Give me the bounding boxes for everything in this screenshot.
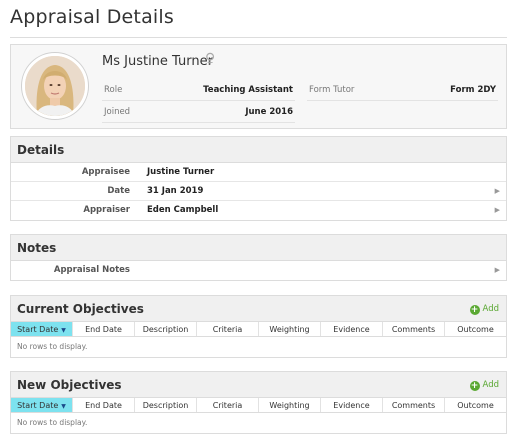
appraisal-notes-label: Appraisal Notes <box>53 265 130 275</box>
profile-row-role: Role Teaching Assistant <box>102 79 295 101</box>
column-header-description[interactable]: Description <box>135 322 197 336</box>
column-header-criteria[interactable]: Criteria <box>197 398 259 412</box>
current-objectives-grid-header: Start Date ▼ End Date Description Criteri… <box>11 322 506 337</box>
joined-label: Joined <box>104 107 131 117</box>
column-header-outcome[interactable]: Outcome <box>445 398 506 412</box>
profile-row-form-tutor: Form Tutor Form 2DY <box>307 79 498 101</box>
date-label: Date <box>107 186 130 196</box>
column-label: Start Date <box>17 401 59 410</box>
plus-circle-icon: + <box>469 305 480 315</box>
chevron-right-icon[interactable]: ▶ <box>495 201 500 220</box>
column-header-comments[interactable]: Comments <box>383 398 445 412</box>
plus-circle-icon: + <box>469 381 480 391</box>
column-label: Start Date <box>17 325 59 334</box>
person-name: Ms Justine Turner <box>102 54 213 69</box>
column-header-weighting[interactable]: Weighting <box>259 398 321 412</box>
notes-row-appraisal-notes[interactable]: Appraisal Notes ▶ <box>11 261 506 280</box>
chevron-right-icon[interactable]: ▶ <box>495 182 500 201</box>
column-header-end-date[interactable]: End Date <box>73 398 135 412</box>
joined-value: June 2016 <box>245 107 293 117</box>
form-tutor-value: Form 2DY <box>450 85 496 95</box>
new-objectives-grid-header: Start Date ▼ End Date Description Criteri… <box>11 398 506 413</box>
column-header-weighting[interactable]: Weighting <box>259 322 321 336</box>
appraisee-value: Justine Turner <box>147 167 215 177</box>
role-value: Teaching Assistant <box>203 85 293 95</box>
chevron-right-icon[interactable]: ▶ <box>495 261 500 280</box>
form-tutor-label: Form Tutor <box>309 85 355 95</box>
appraiser-label: Appraiser <box>83 205 130 215</box>
empty-message: No rows to display. <box>17 418 88 427</box>
add-new-objective-button[interactable]: + Add <box>469 372 499 398</box>
profile-row-joined: Joined June 2016 <box>102 101 295 123</box>
avatar <box>22 53 88 119</box>
sort-down-icon: ▼ <box>61 327 66 334</box>
current-objectives-heading: Current Objectives + Add <box>11 296 506 322</box>
profile-card: Ms Justine Turner ♀ Role Teaching Assist… <box>10 44 507 129</box>
sort-down-icon: ▼ <box>61 403 66 410</box>
column-header-start-date[interactable]: Start Date ▼ <box>11 398 73 412</box>
column-header-comments[interactable]: Comments <box>383 322 445 336</box>
column-header-description[interactable]: Description <box>135 398 197 412</box>
detail-row-appraisee: Appraisee Justine Turner <box>11 163 506 182</box>
date-value: 31 Jan 2019 <box>147 186 204 196</box>
new-objectives-panel: New Objectives + Add Start Date ▼ End Date… <box>10 371 507 434</box>
column-header-outcome[interactable]: Outcome <box>445 322 506 336</box>
notes-heading: Notes <box>11 235 506 261</box>
female-symbol-icon: ♀ <box>205 51 216 67</box>
appraisee-label: Appraisee <box>81 167 130 177</box>
detail-row-date[interactable]: Date 31 Jan 2019 ▶ <box>11 182 506 201</box>
add-label: Add <box>482 304 499 314</box>
new-objectives-title: New Objectives <box>17 378 122 392</box>
title-divider <box>10 37 507 38</box>
notes-panel: Notes Appraisal Notes ▶ <box>10 234 507 281</box>
column-header-evidence[interactable]: Evidence <box>321 398 383 412</box>
column-header-start-date[interactable]: Start Date ▼ <box>11 322 73 336</box>
role-label: Role <box>104 85 123 95</box>
current-objectives-panel: Current Objectives + Add Start Date ▼ End … <box>10 295 507 358</box>
details-heading: Details <box>11 137 506 163</box>
empty-message: No rows to display. <box>17 342 88 351</box>
column-header-end-date[interactable]: End Date <box>73 322 135 336</box>
detail-row-appraiser[interactable]: Appraiser Eden Campbell ▶ <box>11 201 506 220</box>
column-header-evidence[interactable]: Evidence <box>321 322 383 336</box>
add-current-objective-button[interactable]: + Add <box>469 296 499 322</box>
column-header-criteria[interactable]: Criteria <box>197 322 259 336</box>
new-objectives-heading: New Objectives + Add <box>11 372 506 398</box>
current-objectives-title: Current Objectives <box>17 302 144 316</box>
page-title: Appraisal Details <box>10 6 174 28</box>
details-panel: Details Appraisee Justine Turner Date 31… <box>10 136 507 221</box>
add-label: Add <box>482 380 499 390</box>
appraiser-value: Eden Campbell <box>147 205 219 215</box>
